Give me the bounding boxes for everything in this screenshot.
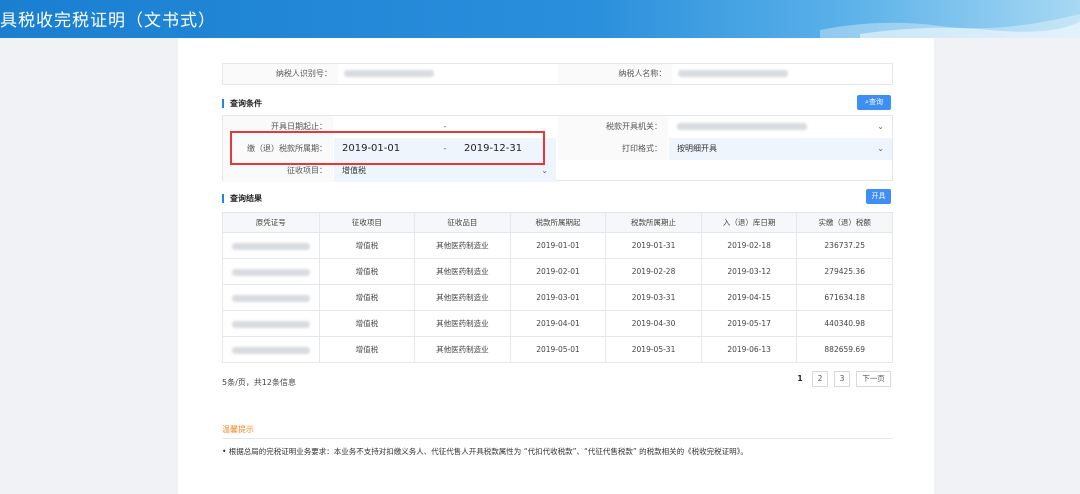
agency-label: 税款开具机关：	[558, 116, 668, 138]
table-cell: 2019-01-31	[605, 232, 702, 259]
taxpayer-info-row: 纳税人识别号： 纳税人名称：	[222, 63, 893, 85]
table-cell: 2019-05-31	[605, 336, 702, 363]
voucher-number-cell	[222, 258, 320, 285]
page-3-button[interactable]: 3	[834, 371, 850, 387]
table-cell: 增值税	[318, 258, 416, 285]
table-row[interactable]: 增值税 其他医药制造业 2019-03-01 2019-03-31 2019-04-15…	[222, 284, 893, 311]
period-highlight-box	[230, 131, 545, 165]
pagination-info: 5条/页，共12条信息	[222, 378, 296, 387]
column-header: 实缴（退）税额	[796, 212, 893, 233]
column-header: 税款所属期起	[509, 212, 607, 233]
table-cell: 增值税	[318, 336, 416, 363]
voucher-number-cell	[222, 336, 320, 363]
voucher-number-cell	[222, 232, 320, 259]
table-cell: 其他医药制造业	[414, 232, 511, 259]
column-header: 入（退）库日期	[700, 212, 798, 233]
tips-title: 温馨提示	[222, 425, 254, 434]
table-row[interactable]: 增值税 其他医药制造业 2019-02-01 2019-02-28 2019-03-12…	[222, 258, 893, 285]
column-header: 原凭证号	[222, 212, 320, 233]
page-2-button[interactable]: 2	[812, 371, 828, 387]
header-bar: 具税收完税证明（文书式）	[0, 0, 1080, 38]
table-cell: 其他医药制造业	[414, 284, 511, 311]
table-cell: 2019-02-28	[605, 258, 702, 285]
table-cell: 279425.36	[796, 258, 893, 285]
table-cell: 其他医药制造业	[414, 258, 511, 285]
column-header: 税款所属期止	[605, 212, 702, 233]
taxpayer-name-label: 纳税人名称：	[557, 64, 673, 84]
table-cell: 2019-03-31	[605, 284, 702, 311]
table-cell: 2019-02-01	[509, 258, 607, 285]
next-page-button[interactable]: 下一页	[856, 371, 891, 387]
print-format-select[interactable]: 按明细开具 ⌄	[669, 138, 892, 160]
table-cell: 增值税	[318, 310, 416, 337]
issue-button[interactable]: 开具	[866, 189, 891, 204]
agency-select[interactable]: ⌄	[669, 116, 892, 138]
table-cell: 671634.18	[796, 284, 893, 311]
table-cell: 其他医药制造业	[414, 336, 511, 363]
page-1-button[interactable]: 1	[793, 371, 807, 387]
voucher-number-cell	[222, 310, 320, 337]
table-cell: 2019-04-15	[700, 284, 798, 311]
table-cell: 2019-04-01	[509, 310, 607, 337]
voucher-number-cell	[222, 284, 320, 311]
table-cell: 增值税	[318, 284, 416, 311]
table-cell: 2019-05-17	[700, 310, 798, 337]
table-row[interactable]: 增值税 其他医药制造业 2019-04-01 2019-04-30 2019-05-17…	[222, 310, 893, 337]
taxpayer-id-label: 纳税人识别号：	[223, 64, 338, 84]
table-row[interactable]: 增值税 其他医药制造业 2019-01-01 2019-01-31 2019-02-18…	[222, 232, 893, 259]
table-cell: 2019-01-01	[509, 232, 607, 259]
table-cell: 2019-02-18	[700, 232, 798, 259]
print-format-label: 打印格式：	[558, 138, 668, 160]
results-table: 原凭证号 征收项目 征收品目 税款所属期起 税款所属期止 入（退）库日期 实缴（…	[222, 212, 893, 363]
table-cell: 236737.25	[796, 232, 893, 259]
tips-divider	[222, 438, 893, 439]
query-button[interactable]: ⌕查询	[857, 95, 891, 110]
column-header: 征收项目	[318, 212, 416, 233]
table-cell: 2019-05-01	[509, 336, 607, 363]
table-cell: 2019-03-12	[700, 258, 798, 285]
table-row[interactable]: 增值税 其他医药制造业 2019-05-01 2019-05-31 2019-06-13…	[222, 336, 893, 363]
chevron-down-icon: ⌄	[877, 144, 884, 153]
taxpayer-name-value	[672, 64, 892, 84]
results-section-title: 查询结果	[222, 194, 262, 203]
table-cell: 其他医药制造业	[414, 310, 511, 337]
header-decoration	[820, 14, 1080, 38]
tips-text: • 根据总局的完税证明业务要求：本业务不支持对扣缴义务人、代征代售人开具税款属性…	[222, 447, 748, 456]
taxpayer-id-value	[338, 64, 558, 84]
chevron-down-icon: ⌄	[877, 122, 884, 131]
table-cell: 2019-04-30	[605, 310, 702, 337]
table-cell: 2019-06-13	[700, 336, 798, 363]
conditions-section-title: 查询条件	[222, 99, 262, 108]
table-cell: 882659.69	[796, 336, 893, 363]
page-title: 具税收完税证明（文书式）	[0, 11, 216, 31]
table-cell: 440340.98	[796, 310, 893, 337]
table-cell: 2019-03-01	[509, 284, 607, 311]
table-cell: 增值税	[318, 232, 416, 259]
table-header-row: 原凭证号 征收项目 征收品目 税款所属期起 税款所属期止 入（退）库日期 实缴（…	[222, 212, 893, 233]
column-header: 征收品目	[414, 212, 511, 233]
